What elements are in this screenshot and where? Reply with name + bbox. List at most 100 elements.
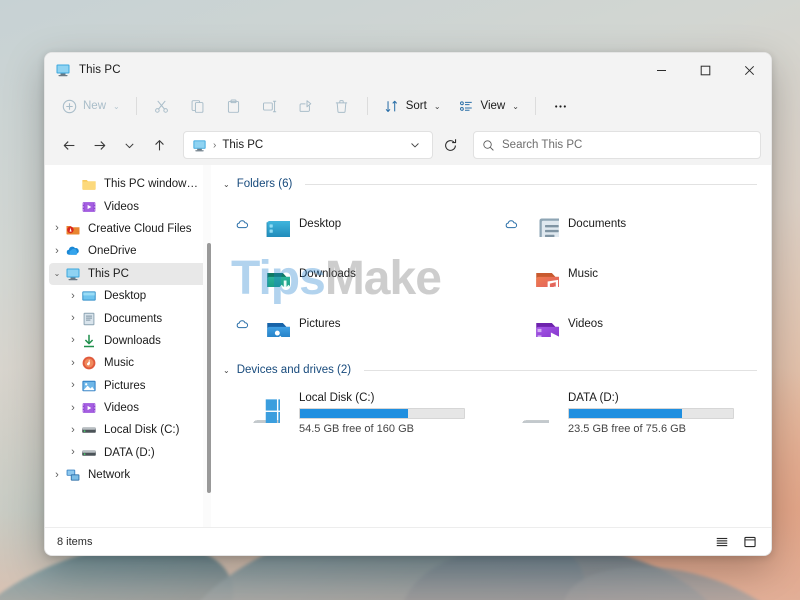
- chevron-right-icon[interactable]: ›: [49, 470, 65, 481]
- pictures-icon: [81, 378, 97, 394]
- sidebar-item-videos[interactable]: › Videos: [49, 397, 209, 419]
- title-bar: This PC: [45, 53, 771, 87]
- refresh-button[interactable]: [437, 132, 463, 158]
- sidebar-item-music[interactable]: ›Music: [49, 352, 209, 374]
- copy-button[interactable]: [181, 92, 215, 120]
- list-view-icon[interactable]: [713, 533, 731, 551]
- sidebar-item-documents[interactable]: ›Documents: [49, 307, 209, 329]
- network-icon: [65, 467, 81, 483]
- sidebar-item-local-disk-c[interactable]: ›Local Disk (C:): [49, 419, 209, 441]
- details-view-icon[interactable]: [741, 533, 759, 551]
- sidebar-scrollbar-track[interactable]: [203, 165, 211, 527]
- drive-capacity-bar: [568, 408, 734, 419]
- search-input[interactable]: [502, 139, 752, 151]
- drive-tile[interactable]: DATA (D:)23.5 GB free of 75.6 GB: [492, 387, 761, 443]
- sidebar-item-label: Videos: [104, 402, 139, 414]
- folder-tile[interactable]: Pictures: [223, 299, 492, 349]
- breadcrumb-label[interactable]: This PC: [222, 139, 263, 151]
- sidebar-scrollbar-thumb[interactable]: [207, 243, 211, 493]
- scissors-icon: [154, 98, 170, 114]
- chevron-down-icon[interactable]: [404, 134, 426, 156]
- folder-tile[interactable]: Videos: [492, 299, 761, 349]
- back-button[interactable]: [55, 131, 83, 159]
- chevron-right-icon[interactable]: ›: [65, 403, 81, 414]
- minimize-button[interactable]: [639, 53, 683, 87]
- folder-yellow-icon: [81, 176, 97, 192]
- sort-button[interactable]: Sort ⌄: [376, 92, 449, 120]
- downloads-arrow-icon: [81, 333, 97, 349]
- drives-group-label: Devices and drives (2): [237, 364, 351, 376]
- sidebar-item-videos[interactable]: Videos: [49, 195, 209, 217]
- folder-tile[interactable]: Desktop: [223, 199, 492, 249]
- close-button[interactable]: [727, 53, 771, 87]
- sidebar-item-this-pc[interactable]: ⌄ This PC: [49, 263, 209, 285]
- drive-tile[interactable]: Local Disk (C:)54.5 GB free of 160 GB: [223, 387, 492, 443]
- folder-tile-label: Videos: [568, 318, 603, 330]
- rename-button[interactable]: [253, 92, 287, 120]
- chevron-right-icon[interactable]: ›: [65, 291, 81, 302]
- cloud-status-icon: [498, 217, 524, 232]
- sidebar-item-this-pc-windows11[interactable]: This PC windows11: [49, 173, 209, 195]
- toolbar-divider: [535, 97, 536, 115]
- command-toolbar: New ⌄: [45, 87, 771, 125]
- view-button[interactable]: View ⌄: [451, 92, 527, 120]
- chevron-right-icon[interactable]: ›: [65, 335, 81, 346]
- up-button[interactable]: [145, 131, 173, 159]
- folder-tile-label: Pictures: [299, 318, 341, 330]
- sidebar-item-data-d[interactable]: ›DATA (D:): [49, 442, 209, 464]
- drives-group-header[interactable]: ⌄ Devices and drives (2): [213, 359, 771, 381]
- chevron-down-icon: ⌄: [434, 102, 441, 111]
- group-divider: [305, 184, 757, 185]
- folder-tile[interactable]: Music: [492, 249, 761, 299]
- cloud-status-icon: [229, 317, 255, 332]
- window-controls: [639, 53, 771, 87]
- folders-group-header[interactable]: ⌄ Folders (6): [213, 173, 771, 195]
- chevron-right-icon[interactable]: ›: [49, 223, 65, 234]
- sidebar-item-onedrive[interactable]: ›OneDrive: [49, 240, 209, 262]
- share-button[interactable]: [289, 92, 323, 120]
- chevron-right-icon[interactable]: ›: [65, 313, 81, 324]
- sidebar-item-pictures[interactable]: › Pictures: [49, 375, 209, 397]
- new-button[interactable]: New ⌄: [53, 92, 128, 120]
- chevron-right-icon[interactable]: ›: [65, 447, 81, 458]
- folder-desktop-icon: [255, 211, 299, 237]
- cut-button[interactable]: [145, 92, 179, 120]
- sidebar-item-label: Pictures: [104, 380, 146, 392]
- drive-capacity-fill: [300, 409, 408, 418]
- delete-button[interactable]: [325, 92, 359, 120]
- chevron-down-icon: ⌄: [113, 102, 120, 111]
- chevron-right-icon[interactable]: ›: [65, 358, 81, 369]
- sidebar-item-label: Desktop: [104, 290, 146, 302]
- sidebar-item-creative-cloud-files[interactable]: ›Creative Cloud Files: [49, 218, 209, 240]
- paste-button[interactable]: [217, 92, 251, 120]
- search-box[interactable]: [473, 131, 761, 159]
- view-toggles: [713, 533, 759, 551]
- folder-tile-label: Music: [568, 268, 598, 280]
- hard-drive-icon: [498, 391, 568, 423]
- folder-tile[interactable]: Downloads: [223, 249, 492, 299]
- chevron-down-icon: ⌄: [512, 102, 519, 111]
- sidebar-item-label: Network: [88, 469, 130, 481]
- chevron-right-icon[interactable]: ›: [65, 425, 81, 436]
- forward-button[interactable]: [85, 131, 113, 159]
- maximize-button[interactable]: [683, 53, 727, 87]
- recent-locations-button[interactable]: [115, 131, 143, 159]
- drive-free-space-label: 23.5 GB free of 75.6 GB: [568, 423, 755, 435]
- chevron-down-icon[interactable]: ⌄: [49, 269, 65, 278]
- breadcrumb[interactable]: › This PC: [192, 138, 263, 153]
- sidebar-item-downloads[interactable]: ›Downloads: [49, 330, 209, 352]
- folder-videos-icon: [524, 311, 568, 337]
- folder-tile-label: Downloads: [299, 268, 356, 280]
- sidebar-item-label: This PC: [88, 268, 129, 280]
- folder-tile[interactable]: Documents: [492, 199, 761, 249]
- more-options-button[interactable]: [544, 92, 578, 120]
- chevron-right-icon[interactable]: ›: [65, 380, 81, 391]
- chevron-right-icon[interactable]: ›: [49, 246, 65, 257]
- navigation-tree: This PC windows11Videos›Creative Cloud F…: [45, 173, 213, 486]
- sidebar-item-network[interactable]: › Network: [49, 464, 209, 486]
- address-bar[interactable]: › This PC: [183, 131, 433, 159]
- sidebar-item-desktop[interactable]: › Desktop: [49, 285, 209, 307]
- new-button-label: New: [83, 100, 106, 112]
- videos-purple-icon: [81, 199, 97, 215]
- drive-label: Local Disk (C:): [299, 392, 486, 404]
